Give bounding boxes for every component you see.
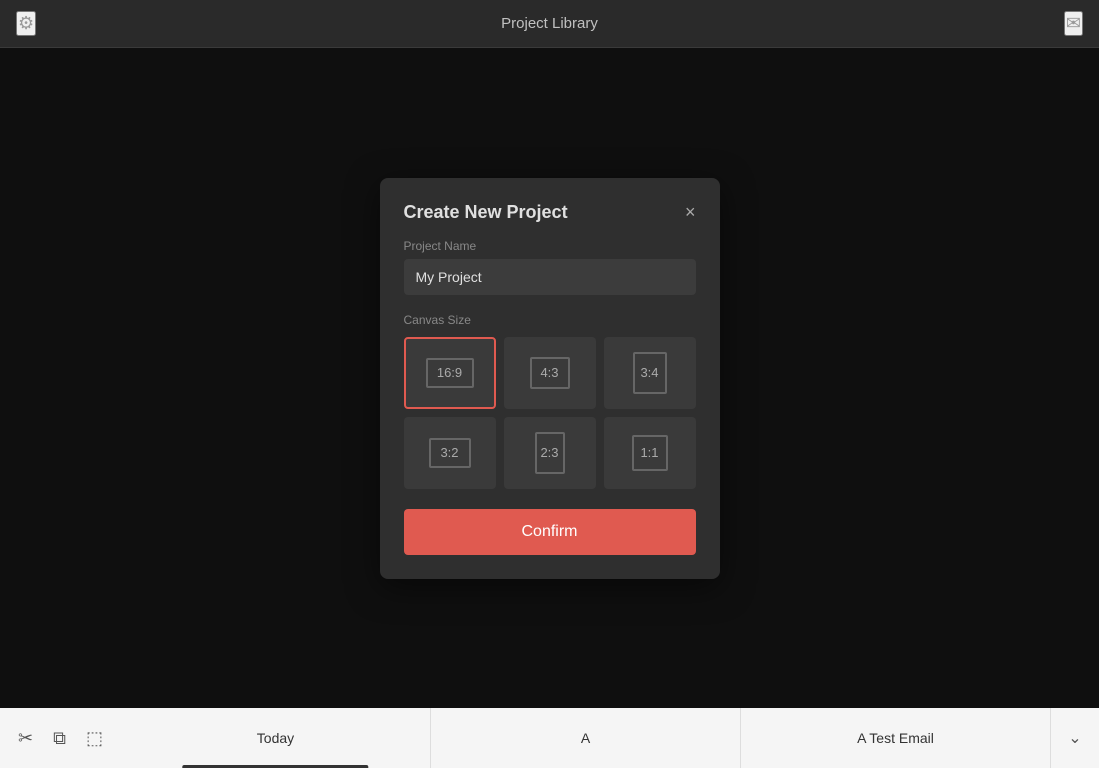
canvas-size-label: Canvas Size [404, 313, 696, 327]
ratio-option-3-2[interactable]: 3:2 [404, 417, 496, 489]
bottom-tools: ✂ ⧉ ⬚ [0, 722, 121, 755]
bottom-bar: ✂ ⧉ ⬚ Today A A Test Email ⌄ [0, 708, 1099, 768]
create-project-modal: Create New Project × Project Name Canvas… [380, 178, 720, 579]
close-button[interactable]: × [685, 203, 696, 221]
page-title: Project Library [501, 15, 598, 32]
ratio-inner-3-4: 3:4 [633, 352, 667, 394]
gear-icon[interactable]: ⚙ [16, 11, 36, 36]
tab-test-email[interactable]: A Test Email [741, 708, 1051, 768]
canvas-size-grid: 16:9 4:3 3:4 3:2 2:3 1:1 [404, 337, 696, 489]
ratio-inner-3-2: 3:2 [429, 438, 471, 468]
project-name-label: Project Name [404, 239, 696, 253]
modal-header: Create New Project × [404, 202, 696, 223]
scissors-icon[interactable]: ✂ [12, 722, 39, 755]
modal-title: Create New Project [404, 202, 568, 223]
copy-icon[interactable]: ⧉ [47, 722, 72, 755]
ratio-inner-4-3: 4:3 [530, 357, 570, 389]
tab-a[interactable]: A [431, 708, 741, 768]
tab-today[interactable]: Today [121, 708, 431, 768]
tabs-expand-arrow[interactable]: ⌄ [1051, 728, 1099, 748]
ratio-inner-2-3: 2:3 [535, 432, 565, 474]
confirm-button[interactable]: Confirm [404, 509, 696, 555]
main-content: Create New Project × Project Name Canvas… [0, 48, 1099, 708]
top-bar: ⚙ Project Library ✉ [0, 0, 1099, 48]
ratio-option-1-1[interactable]: 1:1 [604, 417, 696, 489]
ratio-option-3-4[interactable]: 3:4 [604, 337, 696, 409]
ratio-inner-1-1: 1:1 [632, 435, 668, 471]
ratio-inner-16-9: 16:9 [426, 358, 474, 388]
bottom-tabs: Today A A Test Email [121, 708, 1051, 768]
inbox-icon[interactable]: ✉ [1064, 11, 1083, 36]
paste-icon[interactable]: ⬚ [80, 722, 109, 755]
ratio-option-16-9[interactable]: 16:9 [404, 337, 496, 409]
ratio-option-4-3[interactable]: 4:3 [504, 337, 596, 409]
ratio-option-2-3[interactable]: 2:3 [504, 417, 596, 489]
project-name-input[interactable] [404, 259, 696, 295]
